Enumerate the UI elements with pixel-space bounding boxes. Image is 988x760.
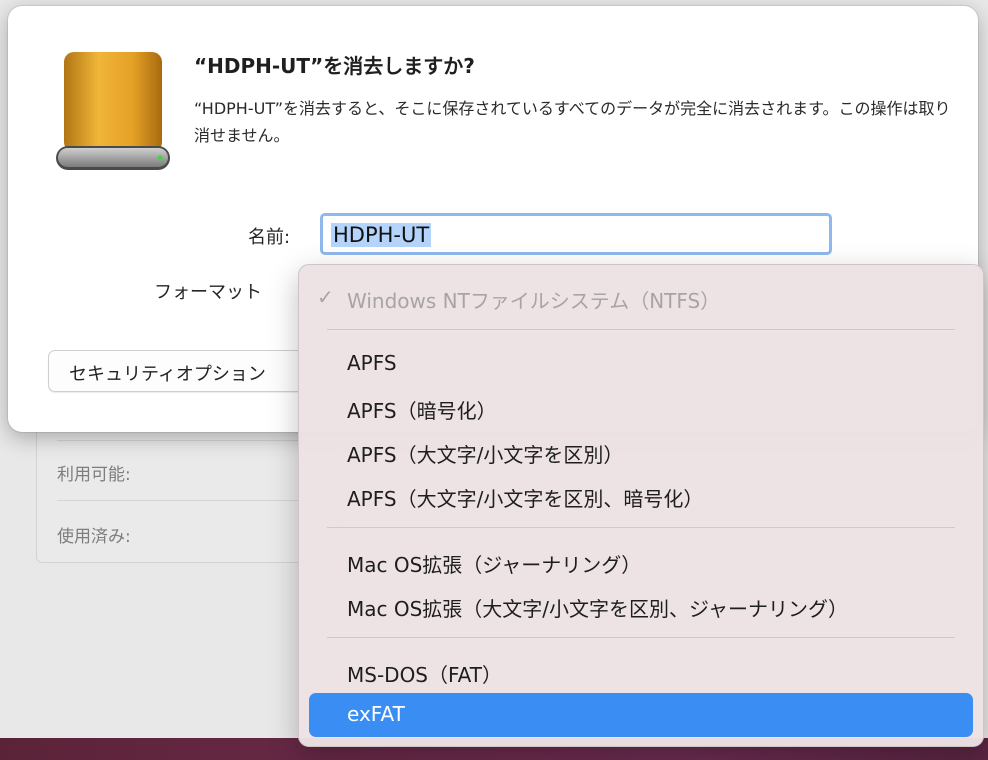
dialog-message: “HDPH-UT”を消去すると、そこに保存されているすべてのデータが完全に消去さ… (194, 99, 951, 145)
menu-item-ntfs[interactable]: Windows NTファイルシステム（NTFS） (347, 285, 720, 314)
name-field-value: HDPH-UT (331, 223, 432, 247)
menu-item-ms-dos-fat[interactable]: MS-DOS（FAT） (347, 659, 502, 688)
menu-item-mac-os-extended-case-sensitive-journaled[interactable]: Mac OS拡張（大文字/小文字を区別、ジャーナリング） (347, 593, 848, 622)
disk-info-panel: 利用可能: 使用済み: (36, 420, 338, 563)
menu-item-apfs-encrypted[interactable]: APFS（暗号化） (347, 395, 497, 424)
format-label: フォーマット (154, 282, 262, 303)
menu-separator (327, 527, 955, 528)
format-dropdown-menu: ✓ Windows NTファイルシステム（NTFS） APFS APFS（暗号化… (298, 264, 984, 747)
menu-separator (327, 637, 955, 638)
menu-item-mac-os-extended-journaled[interactable]: Mac OS拡張（ジャーナリング） (347, 549, 641, 578)
menu-separator (327, 329, 955, 330)
divider (57, 440, 337, 441)
menu-item-apfs-case-sensitive[interactable]: APFS（大文字/小文字を区別） (347, 439, 623, 468)
menu-item-apfs[interactable]: APFS (347, 351, 397, 375)
menu-item-exfat-highlighted[interactable]: exFAT (309, 693, 973, 737)
menu-item-exfat[interactable]: exFAT (347, 702, 405, 726)
external-disk-icon (56, 52, 170, 170)
checkmark-icon: ✓ (317, 285, 334, 309)
name-field[interactable]: HDPH-UT (320, 213, 832, 255)
divider (57, 500, 337, 501)
used-label: 使用済み: (57, 527, 131, 547)
available-label: 利用可能: (57, 465, 131, 485)
menu-item-apfs-case-sensitive-encrypted[interactable]: APFS（大文字/小文字を区別、暗号化） (347, 483, 703, 512)
name-label: 名前: (248, 227, 291, 248)
dialog-title: “HDPH-UT”を消去しますか? (194, 54, 475, 78)
